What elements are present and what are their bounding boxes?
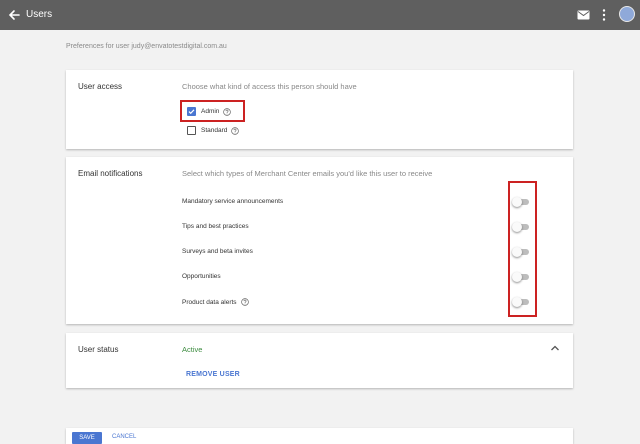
more-vert-icon[interactable]	[601, 8, 607, 22]
user-access-label: User access	[78, 82, 123, 91]
notification-label-product-data: Product data alerts	[182, 298, 249, 306]
avatar[interactable]	[619, 6, 635, 22]
user-access-card: User access Choose what kind of access t…	[66, 70, 573, 149]
chevron-up-icon[interactable]	[550, 344, 560, 352]
user-access-description: Choose what kind of access this person s…	[182, 82, 357, 91]
notification-label-opportunities: Opportunities	[182, 273, 221, 280]
email-notifications-card: Email notifications Select which types o…	[66, 157, 573, 324]
standard-option[interactable]: Standard	[187, 126, 240, 135]
product-data-alerts-text: Product data alerts	[182, 298, 237, 306]
standard-label: Standard	[201, 127, 228, 134]
help-icon[interactable]	[240, 298, 249, 306]
status-value: Active	[182, 345, 203, 354]
action-bar: SAVE CANCEL	[66, 428, 573, 444]
cancel-button[interactable]: CANCEL	[112, 434, 136, 440]
help-icon[interactable]	[231, 126, 240, 135]
email-notifications-description: Select which types of Merchant Center em…	[182, 169, 433, 178]
email-notifications-label: Email notifications	[78, 169, 143, 178]
back-arrow-icon[interactable]	[6, 7, 22, 23]
user-status-label: User status	[78, 345, 119, 354]
preferences-text: Preferences for user judy@envatotestdigi…	[66, 43, 227, 50]
notification-label-surveys: Surveys and beta invites	[182, 248, 253, 255]
admin-highlight-box	[180, 100, 245, 122]
remove-user-button[interactable]: REMOVE USER	[186, 371, 240, 378]
standard-checkbox[interactable]	[187, 126, 196, 135]
save-button[interactable]: SAVE	[72, 432, 102, 444]
notification-label-mandatory: Mandatory service announcements	[182, 198, 284, 205]
toggles-highlight-box	[508, 181, 537, 317]
mail-icon[interactable]	[577, 10, 590, 20]
notification-label-tips: Tips and best practices	[182, 223, 249, 230]
top-app-bar: Users	[0, 0, 640, 30]
page-title: Users	[26, 9, 53, 20]
user-status-card: User status Active REMOVE USER	[66, 333, 573, 388]
